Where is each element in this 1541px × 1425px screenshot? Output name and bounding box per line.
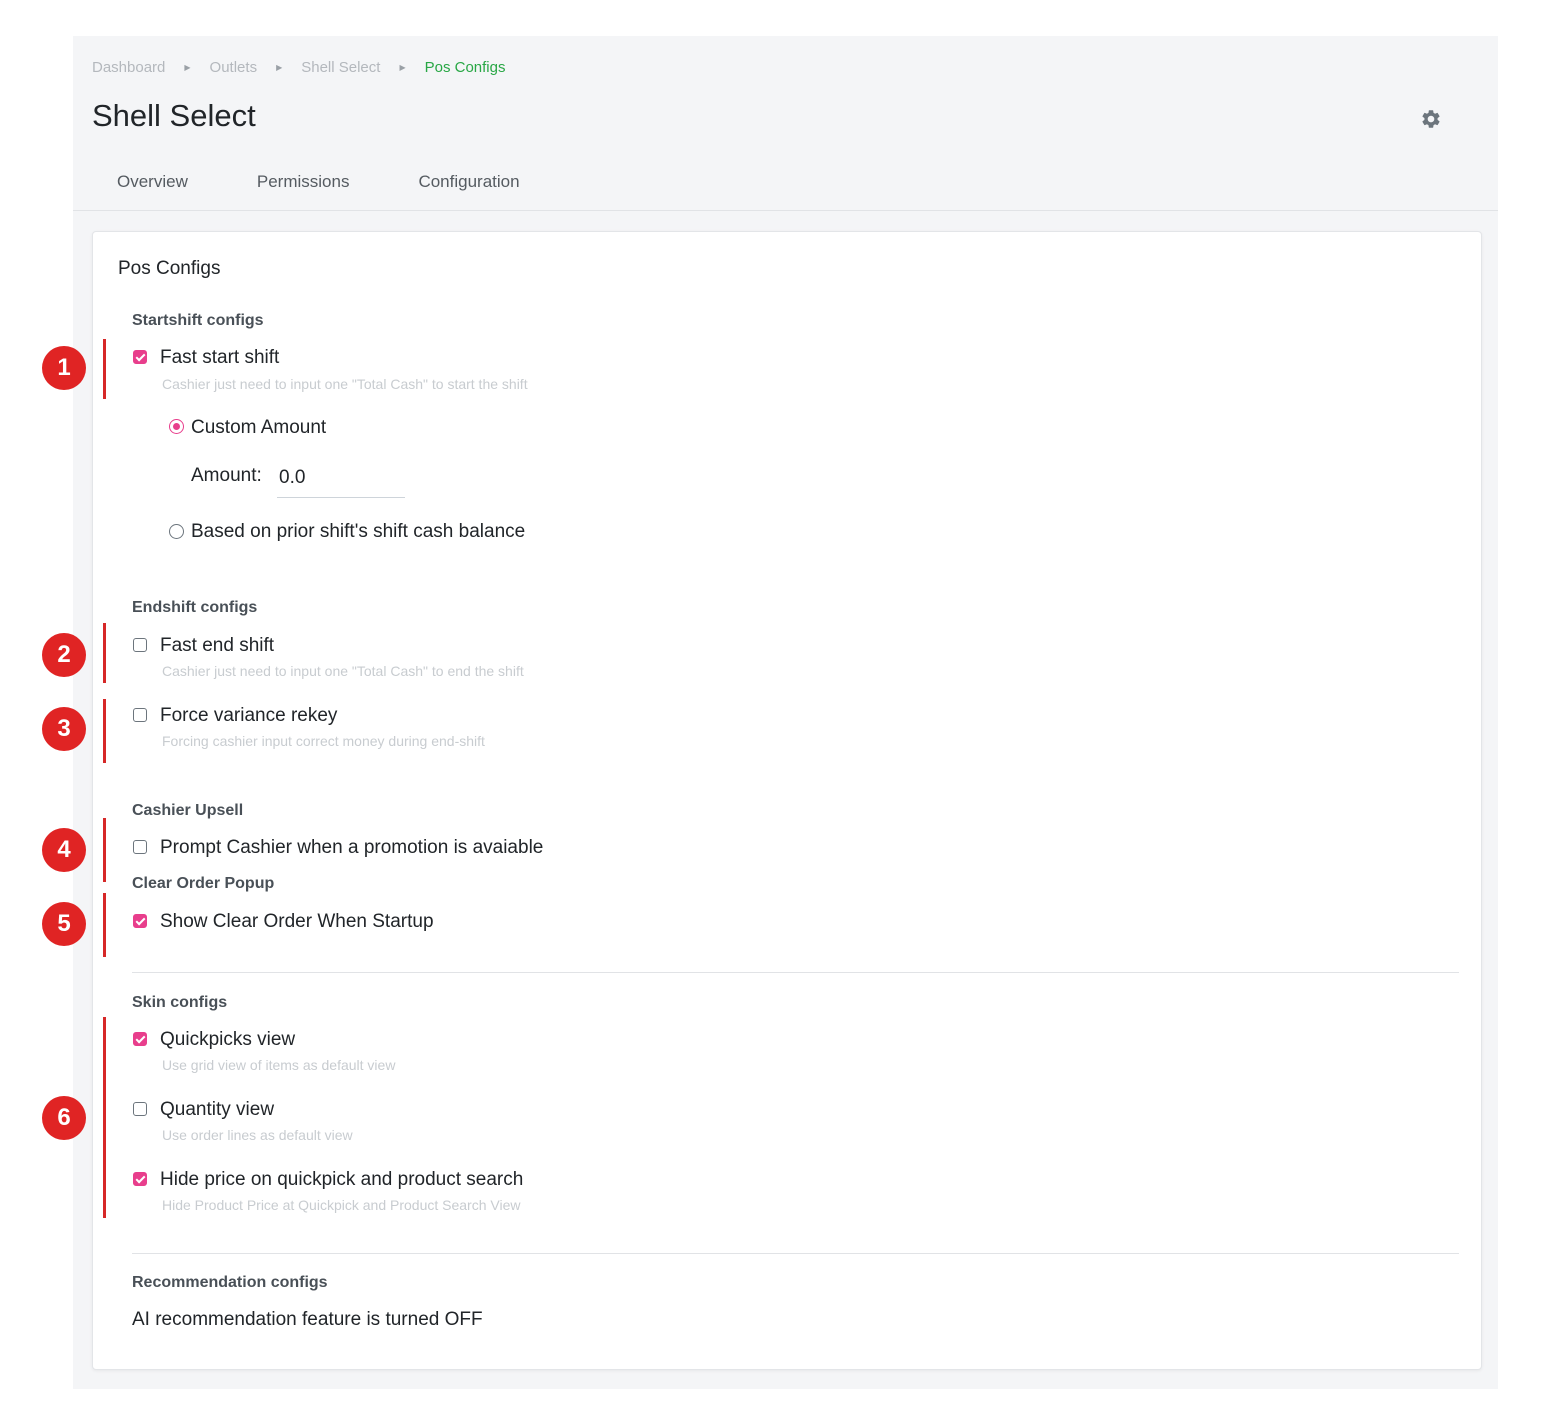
fast-end-shift-checkbox[interactable]: [133, 638, 147, 652]
fast-start-shift-description: Cashier just need to input one "Total Ca…: [162, 376, 528, 392]
marker-badge-2: 2: [42, 633, 86, 677]
marker-bar: [103, 1017, 106, 1218]
marker-bar: [103, 893, 106, 957]
startshift-heading: Startshift configs: [132, 312, 264, 329]
tab-overview[interactable]: Overview: [117, 172, 188, 192]
pos-configs-card: Pos Configs Startshift configs Fast star…: [92, 231, 1482, 1370]
fast-end-shift-label: Fast end shift: [160, 635, 275, 656]
breadcrumb-outlets[interactable]: Outlets: [210, 59, 258, 76]
marker-bar: [103, 339, 106, 399]
fast-start-shift-checkbox[interactable]: [133, 350, 147, 364]
prompt-cashier-checkbox[interactable]: [133, 840, 147, 854]
breadcrumb: Dashboard ▶ Outlets ▶ Shell Select ▶ Pos…: [92, 59, 505, 76]
amount-input[interactable]: [277, 458, 405, 498]
section-divider: [132, 1253, 1459, 1254]
show-clear-order-checkbox[interactable]: [133, 914, 147, 928]
cashier-upsell-heading: Cashier Upsell: [132, 802, 244, 819]
prior-balance-radio[interactable]: [169, 524, 184, 539]
clear-order-heading: Clear Order Popup: [132, 875, 275, 892]
breadcrumb-shell-select[interactable]: Shell Select: [301, 59, 380, 76]
app-window: Dashboard ▶ Outlets ▶ Shell Select ▶ Pos…: [73, 36, 1498, 1389]
marker-badge-1: 1: [42, 346, 86, 390]
quickpicks-view-label: Quickpicks view: [160, 1029, 296, 1050]
marker-badge-5: 5: [42, 902, 86, 946]
fast-start-shift-label: Fast start shift: [160, 347, 280, 368]
show-clear-order-label: Show Clear Order When Startup: [160, 911, 434, 932]
hide-price-description: Hide Product Price at Quickpick and Prod…: [162, 1197, 521, 1213]
endshift-heading: Endshift configs: [132, 599, 258, 616]
breadcrumb-dashboard[interactable]: Dashboard: [92, 59, 165, 76]
force-variance-rekey-checkbox[interactable]: [133, 708, 147, 722]
recommendation-status: AI recommendation feature is turned OFF: [132, 1309, 483, 1330]
gear-icon[interactable]: [1420, 108, 1442, 130]
skin-configs-heading: Skin configs: [132, 994, 228, 1011]
marker-bar: [103, 818, 106, 882]
breadcrumb-separator-icon: ▶: [399, 63, 406, 72]
marker-bar: [103, 623, 106, 683]
custom-amount-label: Custom Amount: [191, 417, 327, 438]
page-header: Dashboard ▶ Outlets ▶ Shell Select ▶ Pos…: [73, 36, 1498, 211]
amount-label: Amount:: [191, 465, 262, 486]
section-divider: [132, 972, 1459, 973]
custom-amount-radio[interactable]: [169, 419, 184, 434]
tab-bar: Overview Permissions Configuration: [117, 172, 589, 192]
quantity-view-description: Use order lines as default view: [162, 1127, 353, 1143]
page-title: Shell Select: [92, 98, 256, 133]
card-title: Pos Configs: [118, 258, 221, 279]
hide-price-label: Hide price on quickpick and product sear…: [160, 1169, 524, 1190]
hide-price-checkbox[interactable]: [133, 1172, 147, 1186]
quickpicks-view-description: Use grid view of items as default view: [162, 1057, 396, 1073]
force-variance-rekey-label: Force variance rekey: [160, 705, 338, 726]
force-variance-rekey-description: Forcing cashier input correct money duri…: [162, 733, 485, 749]
breadcrumb-separator-icon: ▶: [276, 63, 283, 72]
marker-bar: [103, 699, 106, 763]
prior-balance-label: Based on prior shift's shift cash balanc…: [191, 521, 526, 542]
marker-badge-6: 6: [42, 1096, 86, 1140]
prompt-cashier-label: Prompt Cashier when a promotion is avaia…: [160, 837, 544, 858]
fast-end-shift-description: Cashier just need to input one "Total Ca…: [162, 663, 524, 679]
breadcrumb-separator-icon: ▶: [184, 63, 191, 72]
marker-badge-4: 4: [42, 828, 86, 872]
breadcrumb-pos-configs: Pos Configs: [424, 59, 506, 76]
marker-badge-3: 3: [42, 707, 86, 751]
tab-permissions[interactable]: Permissions: [257, 172, 350, 192]
tab-configuration[interactable]: Configuration: [418, 172, 519, 192]
recommendation-heading: Recommendation configs: [132, 1274, 328, 1291]
quickpicks-view-checkbox[interactable]: [133, 1032, 147, 1046]
quantity-view-label: Quantity view: [160, 1099, 275, 1120]
quantity-view-checkbox[interactable]: [133, 1102, 147, 1116]
